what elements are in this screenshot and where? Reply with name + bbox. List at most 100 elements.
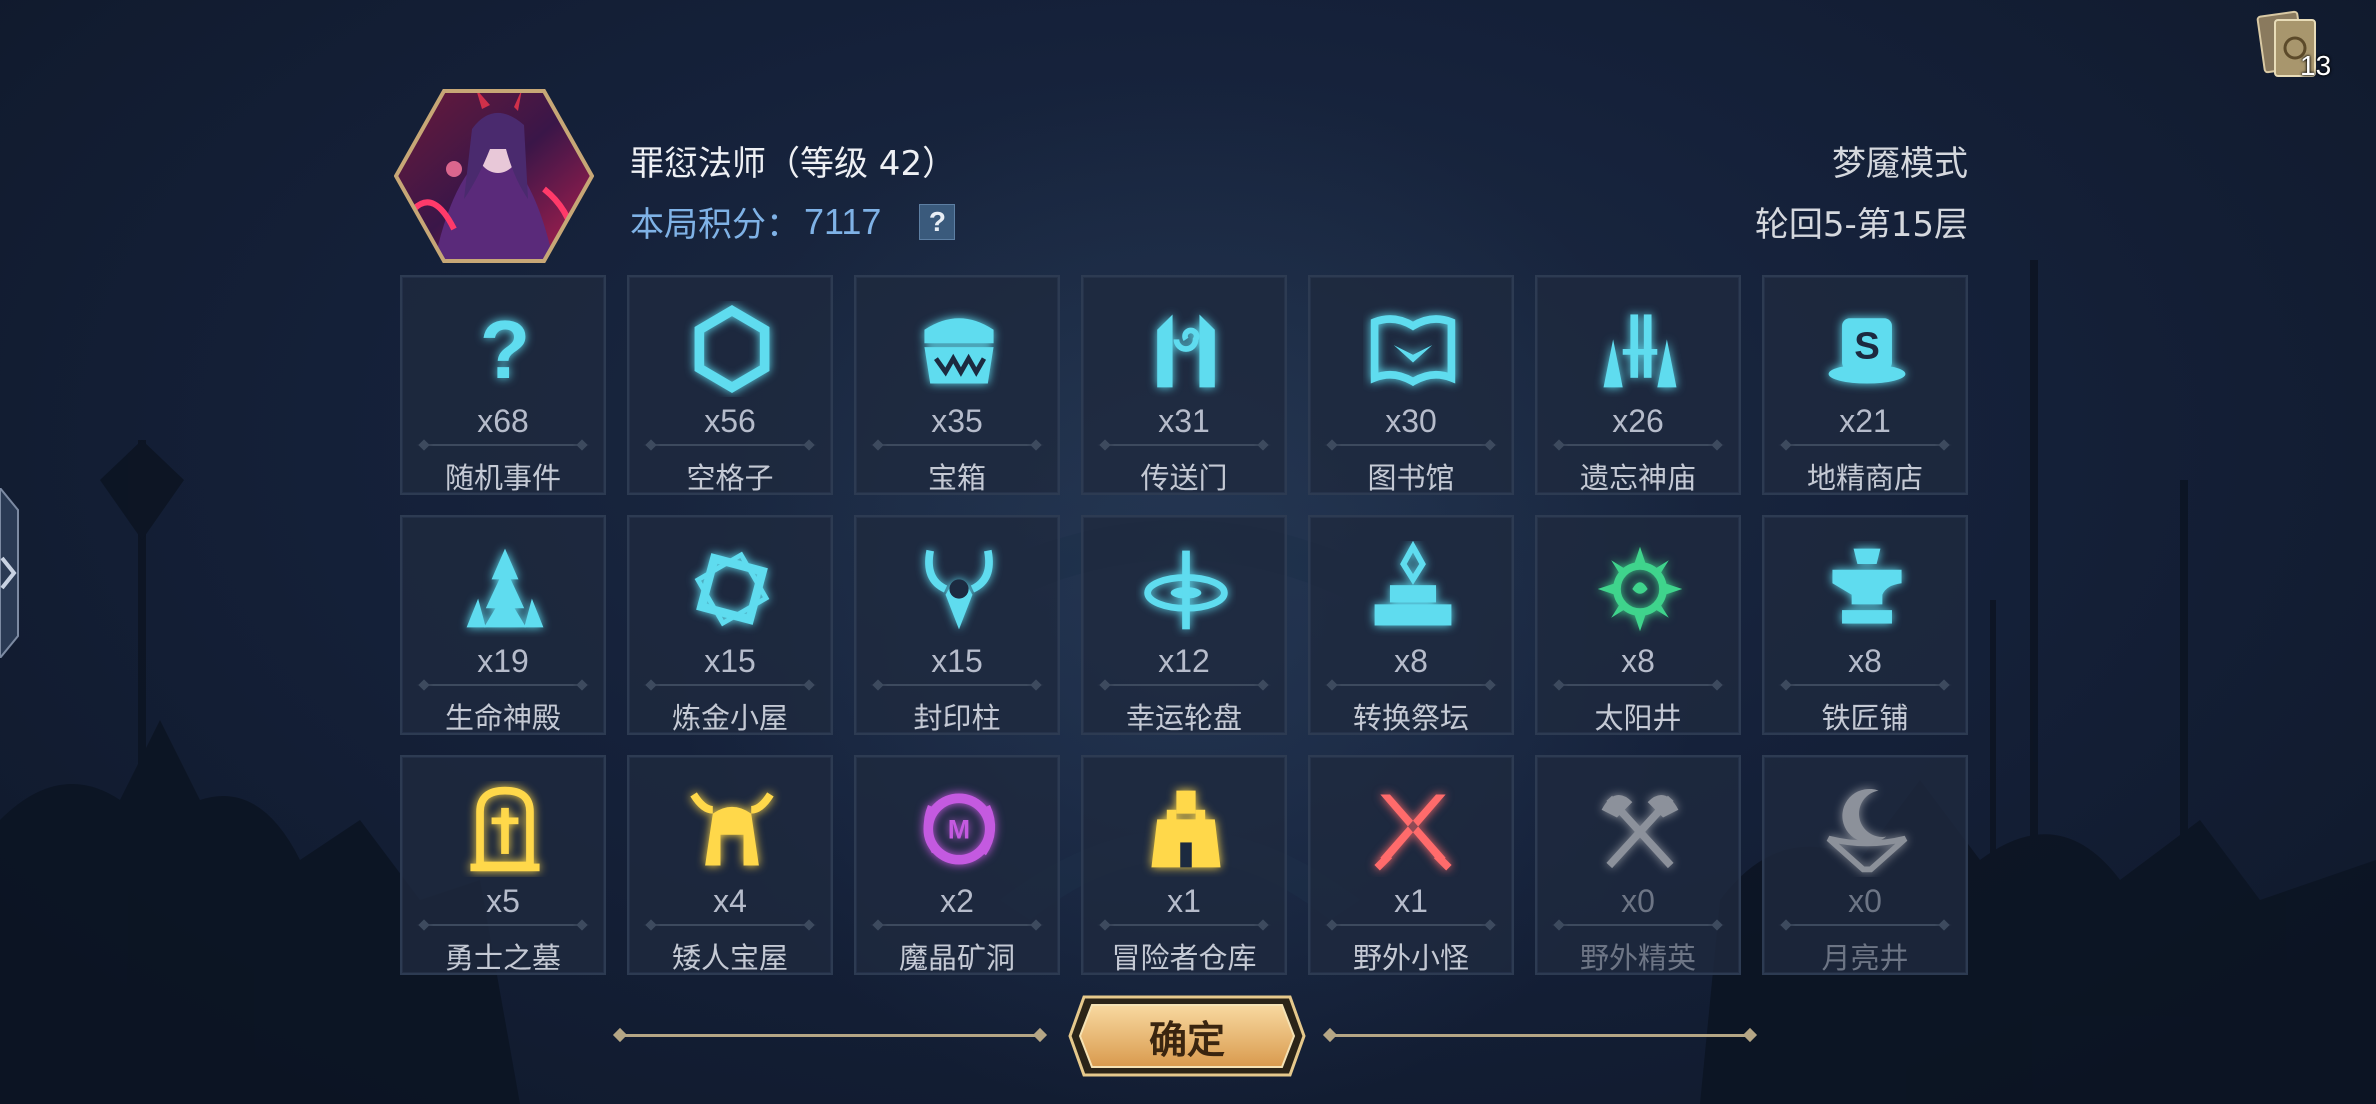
mode-name: 梦魇模式 <box>1832 144 1968 184</box>
event-tile[interactable]: x8 铁匠铺 <box>1762 515 1968 735</box>
tile-count: x2 <box>940 883 974 919</box>
tile-divider <box>1551 684 1725 686</box>
event-tile[interactable]: x31 传送门 <box>1081 275 1287 495</box>
decor-line-left <box>620 1034 1040 1037</box>
event-tile[interactable]: x12 幸运轮盘 <box>1081 515 1287 735</box>
castle-icon <box>1151 790 1221 868</box>
tile-count: x21 <box>1839 403 1891 439</box>
tile-count: x15 <box>931 643 983 679</box>
event-tile[interactable]: x35 宝箱 <box>854 275 1060 495</box>
tile-divider <box>870 684 1044 686</box>
tile-count: x26 <box>1612 403 1664 439</box>
tile-count: x12 <box>1158 643 1210 679</box>
chest-icon <box>924 318 994 384</box>
tile-count: x15 <box>704 643 756 679</box>
tile-count: x19 <box>477 643 529 679</box>
seal-pillar-icon <box>925 549 993 630</box>
event-tile[interactable]: x4 矮人宝屋 <box>627 755 833 975</box>
event-tile[interactable]: x8 太阳井 <box>1535 515 1741 735</box>
tile-label: 传送门 <box>1140 461 1228 495</box>
score-value: 7117 <box>804 200 882 242</box>
tile-divider <box>416 924 590 926</box>
event-tile[interactable]: x5 勇士之墓 <box>400 755 606 975</box>
svg-text:?: ? <box>480 304 530 396</box>
tile-count: x8 <box>1621 643 1655 679</box>
svg-text:S: S <box>1854 325 1880 368</box>
event-tile[interactable]: Mx2 魔晶矿洞 <box>854 755 1060 975</box>
tile-label: 遗忘神庙 <box>1579 461 1696 495</box>
event-tile[interactable]: x0 月亮井 <box>1762 755 1968 975</box>
tile-label: 地精商店 <box>1806 461 1923 495</box>
svg-text:M: M <box>948 815 970 845</box>
tile-divider <box>1551 924 1725 926</box>
tile-count: x68 <box>477 403 529 439</box>
tile-divider <box>1778 924 1952 926</box>
deck-count: 13 <box>2300 50 2332 81</box>
score-help-button[interactable]: ? <box>919 203 956 240</box>
tile-label: 炼金小屋 <box>671 701 788 735</box>
event-tile[interactable]: x15 封印柱 <box>854 515 1060 735</box>
moon-well-icon <box>1826 788 1908 873</box>
event-tile[interactable]: x19 生命神殿 <box>400 515 606 735</box>
tile-label: 转换祭坛 <box>1352 701 1469 735</box>
tile-label: 生命神殿 <box>444 701 561 735</box>
tile-label: 随机事件 <box>444 461 561 495</box>
event-tile[interactable]: x26 遗忘神庙 <box>1535 275 1741 495</box>
tile-label: 野外小怪 <box>1352 941 1469 975</box>
tile-count: x8 <box>1848 643 1882 679</box>
tile-label: 矮人宝屋 <box>671 941 788 975</box>
tile-count: x1 <box>1394 883 1428 919</box>
tile-label: 铁匠铺 <box>1821 701 1909 735</box>
tile-divider <box>1324 444 1498 446</box>
tile-label: 魔晶矿洞 <box>898 941 1015 975</box>
tile-divider <box>1551 444 1725 446</box>
tile-divider <box>1097 444 1271 446</box>
tomb-icon <box>470 786 540 872</box>
score-row: 本局积分： 7117 ? <box>630 197 956 246</box>
event-tile[interactable]: x1 野外小怪 <box>1308 755 1514 975</box>
wheel-icon <box>1144 550 1228 630</box>
tile-label: 幸运轮盘 <box>1125 701 1242 735</box>
tile-divider <box>870 444 1044 446</box>
hero-avatar[interactable] <box>394 89 594 263</box>
book-icon <box>1370 315 1456 387</box>
altar-icon <box>1374 541 1452 626</box>
tile-count: x0 <box>1621 883 1655 919</box>
tile-label: 太阳井 <box>1594 701 1682 735</box>
tile-count: x5 <box>486 883 520 919</box>
event-tile[interactable]: x56 空格子 <box>627 275 833 495</box>
event-tile[interactable]: Sx21 地精商店 <box>1762 275 1968 495</box>
alchemy-icon <box>694 551 770 627</box>
event-tile[interactable]: ? x68 随机事件 <box>400 275 606 495</box>
tile-count: x4 <box>713 883 747 919</box>
event-tile[interactable]: x1 冒险者仓库 <box>1081 755 1287 975</box>
event-tile[interactable]: x0 野外精英 <box>1535 755 1741 975</box>
crossed-swords-icon <box>1374 794 1452 871</box>
tile-count: x35 <box>931 403 983 439</box>
floor-indicator: 轮回5-第15层 <box>1754 205 1968 245</box>
tile-count: x56 <box>704 403 756 439</box>
tile-divider <box>1324 924 1498 926</box>
crystal-mine-icon: M <box>923 793 996 865</box>
confirm-button[interactable]: 确定 <box>1066 993 1308 1079</box>
tile-divider <box>1778 684 1952 686</box>
event-tile[interactable]: x30 图书馆 <box>1308 275 1514 495</box>
life-shrine-icon <box>466 548 544 628</box>
tile-label: 野外精英 <box>1579 941 1696 975</box>
tile-label: 空格子 <box>686 461 774 495</box>
portal-icon <box>1157 314 1215 388</box>
tile-count: x8 <box>1394 643 1428 679</box>
side-panel-toggle[interactable] <box>0 488 28 658</box>
hexagon-icon <box>694 305 770 393</box>
tile-count: x31 <box>1158 403 1210 439</box>
tile-divider <box>1097 684 1271 686</box>
tile-divider <box>416 444 590 446</box>
event-tile-grid: ? x68 随机事件 x56 空格子 x35 宝箱 x31 传送门 x30 图书馆 x26 遗忘神庙 Sx… <box>400 275 1968 975</box>
event-tile[interactable]: x8 转换祭坛 <box>1308 515 1514 735</box>
temple-icon <box>1603 314 1677 388</box>
event-tile[interactable]: x15 炼金小屋 <box>627 515 833 735</box>
tile-divider <box>643 444 817 446</box>
sun-well-icon <box>1597 546 1683 632</box>
tile-count: x0 <box>1848 883 1882 919</box>
tile-count: x1 <box>1167 883 1201 919</box>
